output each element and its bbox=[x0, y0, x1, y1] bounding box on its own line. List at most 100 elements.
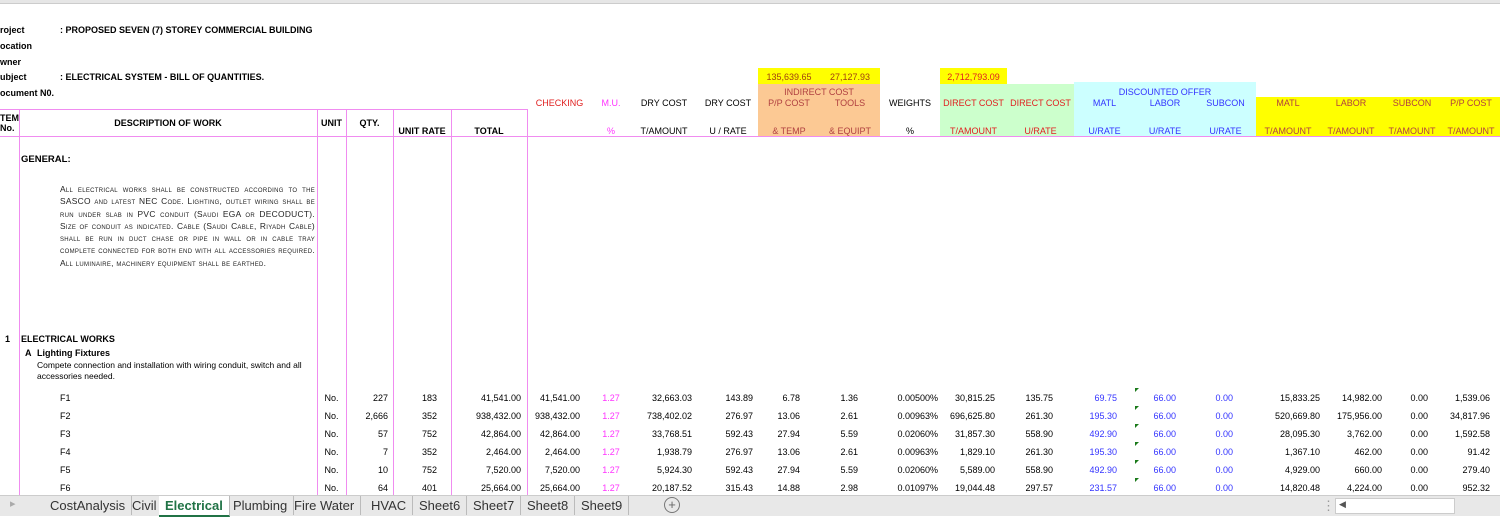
cell-checking[interactable]: 41,541.00 bbox=[527, 393, 580, 403]
cell-dry-tamount[interactable]: 738,402.02 bbox=[630, 411, 692, 421]
cell-weight[interactable]: 0.01097% bbox=[880, 483, 938, 493]
cell-t-subcon[interactable]: 0.00 bbox=[1382, 393, 1428, 403]
cell-weight[interactable]: 0.02060% bbox=[880, 465, 938, 475]
scroll-left-icon[interactable]: ▸ bbox=[10, 497, 16, 510]
cell-d-matl[interactable]: 195.30 bbox=[1074, 447, 1117, 457]
cell-t-labor[interactable]: 175,956.00 bbox=[1320, 411, 1382, 421]
cell-unit-rate[interactable]: 352 bbox=[393, 411, 437, 421]
cell-direct-urate[interactable]: 558.90 bbox=[1007, 429, 1053, 439]
cell-t-matl[interactable]: 520,669.80 bbox=[1256, 411, 1320, 421]
cell-t-matl[interactable]: 15,833.25 bbox=[1256, 393, 1320, 403]
cell-checking[interactable]: 42,864.00 bbox=[527, 429, 580, 439]
cell-pp-temp[interactable]: 14.88 bbox=[758, 483, 800, 493]
cell-code[interactable]: F2 bbox=[60, 411, 100, 421]
cell-code[interactable]: F4 bbox=[60, 447, 100, 457]
cell-unit-rate[interactable]: 401 bbox=[393, 483, 437, 493]
cell-tools[interactable]: 5.59 bbox=[820, 465, 858, 475]
cell-d-labor[interactable]: 66.00 bbox=[1135, 429, 1176, 439]
cell-total[interactable]: 2,464.00 bbox=[451, 447, 521, 457]
cell-dry-urate[interactable]: 592.43 bbox=[698, 429, 753, 439]
cell-d-labor[interactable]: 66.00 bbox=[1135, 447, 1176, 457]
cell-pp-temp[interactable]: 13.06 bbox=[758, 411, 800, 421]
cell-t-pp[interactable]: 34,817.96 bbox=[1442, 411, 1490, 421]
cell-code[interactable]: F3 bbox=[60, 429, 100, 439]
cell-dry-urate[interactable]: 276.97 bbox=[698, 447, 753, 457]
cell-total[interactable]: 25,664.00 bbox=[451, 483, 521, 493]
cell-dry-urate[interactable]: 143.89 bbox=[698, 393, 753, 403]
cell-weight[interactable]: 0.00963% bbox=[880, 411, 938, 421]
cell-tools[interactable]: 2.61 bbox=[820, 447, 858, 457]
cell-unit-rate[interactable]: 752 bbox=[393, 465, 437, 475]
cell-unit[interactable]: No. bbox=[317, 465, 346, 475]
cell-direct-tamount[interactable]: 5,589.00 bbox=[940, 465, 995, 475]
cell-direct-urate[interactable]: 261.30 bbox=[1007, 447, 1053, 457]
cell-d-subcon[interactable]: 0.00 bbox=[1195, 429, 1233, 439]
cell-t-pp[interactable]: 279.40 bbox=[1442, 465, 1490, 475]
cell-total[interactable]: 41,541.00 bbox=[451, 393, 521, 403]
cell-d-labor[interactable]: 66.00 bbox=[1135, 465, 1176, 475]
cell-t-pp[interactable]: 91.42 bbox=[1442, 447, 1490, 457]
cell-checking[interactable]: 938,432.00 bbox=[527, 411, 580, 421]
sheet-tab-electrical[interactable]: Electrical bbox=[159, 496, 230, 517]
cell-d-matl[interactable]: 492.90 bbox=[1074, 465, 1117, 475]
cell-d-matl[interactable]: 492.90 bbox=[1074, 429, 1117, 439]
cell-tools[interactable]: 2.98 bbox=[820, 483, 858, 493]
cell-t-subcon[interactable]: 0.00 bbox=[1382, 429, 1428, 439]
cell-t-subcon[interactable]: 0.00 bbox=[1382, 483, 1428, 493]
cell-t-matl[interactable]: 1,367.10 bbox=[1256, 447, 1320, 457]
sheet-tab-plumbing[interactable]: Plumbing bbox=[227, 496, 295, 515]
cell-pp-temp[interactable]: 6.78 bbox=[758, 393, 800, 403]
cell-direct-tamount[interactable]: 31,857.30 bbox=[940, 429, 995, 439]
cell-weight[interactable]: 0.02060% bbox=[880, 429, 938, 439]
add-sheet-icon[interactable]: + bbox=[664, 497, 680, 513]
cell-d-matl[interactable]: 195.30 bbox=[1074, 411, 1117, 421]
cell-unit-rate[interactable]: 752 bbox=[393, 429, 437, 439]
cell-unit[interactable]: No. bbox=[317, 483, 346, 493]
cell-unit-rate[interactable]: 352 bbox=[393, 447, 437, 457]
cell-t-subcon[interactable]: 0.00 bbox=[1382, 447, 1428, 457]
cell-code[interactable]: F6 bbox=[60, 483, 100, 493]
cell-dry-urate[interactable]: 276.97 bbox=[698, 411, 753, 421]
cell-direct-tamount[interactable]: 1,829.10 bbox=[940, 447, 995, 457]
sheet-tab-hvac[interactable]: HVAC bbox=[365, 496, 414, 515]
cell-qty[interactable]: 7 bbox=[346, 447, 388, 457]
cell-t-pp[interactable]: 952.32 bbox=[1442, 483, 1490, 493]
cell-d-matl[interactable]: 69.75 bbox=[1074, 393, 1117, 403]
splitter-icon[interactable]: ⋮ bbox=[1322, 498, 1335, 514]
cell-mu[interactable]: 1.27 bbox=[592, 465, 630, 475]
cell-unit[interactable]: No. bbox=[317, 393, 346, 403]
cell-pp-temp[interactable]: 13.06 bbox=[758, 447, 800, 457]
cell-pp-temp[interactable]: 27.94 bbox=[758, 429, 800, 439]
cell-t-matl[interactable]: 14,820.48 bbox=[1256, 483, 1320, 493]
sheet-tab-civil[interactable]: Civil bbox=[126, 496, 164, 515]
cell-dry-tamount[interactable]: 1,938.79 bbox=[630, 447, 692, 457]
cell-dry-tamount[interactable]: 5,924.30 bbox=[630, 465, 692, 475]
cell-checking[interactable]: 2,464.00 bbox=[527, 447, 580, 457]
cell-mu[interactable]: 1.27 bbox=[592, 393, 630, 403]
cell-code[interactable]: F5 bbox=[60, 465, 100, 475]
cell-qty[interactable]: 57 bbox=[346, 429, 388, 439]
sheet-tab-fire-water[interactable]: Fire Water bbox=[288, 496, 362, 515]
cell-qty[interactable]: 64 bbox=[346, 483, 388, 493]
cell-unit[interactable]: No. bbox=[317, 447, 346, 457]
cell-d-labor[interactable]: 66.00 bbox=[1135, 483, 1176, 493]
cell-tools[interactable]: 1.36 bbox=[820, 393, 858, 403]
cell-unit-rate[interactable]: 183 bbox=[393, 393, 437, 403]
cell-qty[interactable]: 10 bbox=[346, 465, 388, 475]
cell-d-matl[interactable]: 231.57 bbox=[1074, 483, 1117, 493]
cell-dry-tamount[interactable]: 33,768.51 bbox=[630, 429, 692, 439]
cell-d-labor[interactable]: 66.00 bbox=[1135, 411, 1176, 421]
cell-tools[interactable]: 5.59 bbox=[820, 429, 858, 439]
cell-d-labor[interactable]: 66.00 bbox=[1135, 393, 1176, 403]
cell-t-subcon[interactable]: 0.00 bbox=[1382, 411, 1428, 421]
cell-t-matl[interactable]: 4,929.00 bbox=[1256, 465, 1320, 475]
sheet-tab-costanalysis[interactable]: CostAnalysis bbox=[44, 496, 133, 515]
sheet-tab-sheet7[interactable]: Sheet7 bbox=[467, 496, 522, 515]
cell-d-subcon[interactable]: 0.00 bbox=[1195, 393, 1233, 403]
sheet-tab-sheet8[interactable]: Sheet8 bbox=[521, 496, 576, 515]
cell-t-pp[interactable]: 1,592.58 bbox=[1442, 429, 1490, 439]
cell-d-subcon[interactable]: 0.00 bbox=[1195, 465, 1233, 475]
cell-direct-urate[interactable]: 558.90 bbox=[1007, 465, 1053, 475]
cell-t-labor[interactable]: 14,982.00 bbox=[1320, 393, 1382, 403]
cell-dry-tamount[interactable]: 32,663.03 bbox=[630, 393, 692, 403]
